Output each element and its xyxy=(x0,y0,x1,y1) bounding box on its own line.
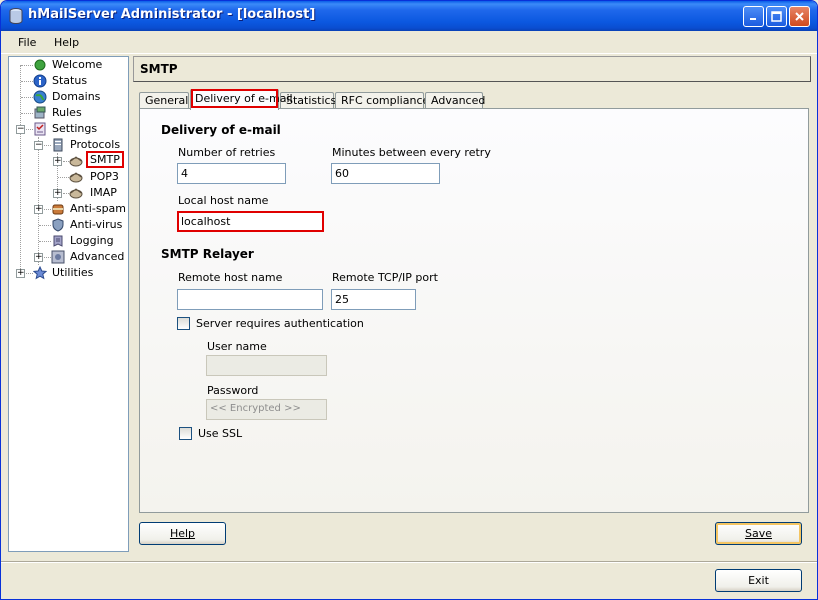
tree-item-antispam[interactable]: + Anti-spam xyxy=(9,201,128,217)
expand-toggle[interactable]: + xyxy=(16,269,25,278)
ssl-checkbox[interactable] xyxy=(179,427,192,440)
tab-delivery-label: Delivery of e-mail xyxy=(191,89,293,108)
logging-icon xyxy=(53,235,63,247)
help-button[interactable]: Help xyxy=(139,522,226,545)
minutes-label: Minutes between every retry xyxy=(332,146,491,159)
navigation-tree[interactable]: Welcome Status Domains Rules − Settings … xyxy=(8,56,129,552)
tree-item-welcome[interactable]: Welcome xyxy=(9,57,128,73)
retries-label: Number of retries xyxy=(178,146,276,159)
advanced-icon xyxy=(51,250,65,264)
tree-item-pop3[interactable]: POP3 xyxy=(9,169,128,185)
save-button-label: Save xyxy=(744,527,772,540)
settings-icon xyxy=(34,122,46,136)
tab-content: Delivery of e-mail Number of retries 4 M… xyxy=(139,108,809,513)
expand-toggle[interactable]: + xyxy=(53,189,62,198)
maximize-button[interactable] xyxy=(766,6,787,27)
expand-toggle[interactable]: + xyxy=(53,157,62,166)
tree-item-advanced[interactable]: + Advanced xyxy=(9,249,128,265)
server-icon xyxy=(53,138,63,152)
protocol-icon xyxy=(69,188,83,199)
ssl-label: Use SSL xyxy=(198,427,243,440)
tree-item-protocols[interactable]: − Protocols xyxy=(9,137,128,153)
minimize-icon xyxy=(750,18,756,20)
tab-delivery[interactable]: Delivery of e-mail xyxy=(190,89,293,110)
antivirus-icon xyxy=(52,218,64,232)
exit-button-label: Exit xyxy=(748,574,769,587)
protocol-icon xyxy=(69,172,83,183)
auth-checkbox[interactable] xyxy=(177,317,190,330)
info-icon xyxy=(33,74,47,88)
exit-button[interactable]: Exit xyxy=(715,569,802,592)
globe-green-icon xyxy=(34,59,46,71)
close-icon xyxy=(795,12,804,21)
tree-item-status[interactable]: Status xyxy=(9,73,128,89)
minimize-button[interactable] xyxy=(743,6,764,27)
port-label: Remote TCP/IP port xyxy=(332,271,438,284)
window-title: hMailServer Administrator - [localhost] xyxy=(28,7,316,22)
tree-connector xyxy=(26,273,33,274)
tree-item-domains[interactable]: Domains xyxy=(9,89,128,105)
tree-item-antivirus[interactable]: Anti-virus xyxy=(9,217,128,233)
auth-label: Server requires authentication xyxy=(196,317,364,330)
help-button-label: Help xyxy=(169,527,196,540)
protocol-icon xyxy=(69,156,83,167)
maximize-icon xyxy=(771,11,782,22)
tree-connector xyxy=(44,257,51,258)
expand-toggle[interactable]: + xyxy=(34,253,43,262)
minutes-input[interactable]: 60 xyxy=(331,163,440,184)
section-relayer-title: SMTP Relayer xyxy=(161,247,254,261)
bottom-divider-highlight xyxy=(1,562,817,563)
username-input[interactable] xyxy=(206,355,327,376)
tree-item-rules[interactable]: Rules xyxy=(9,105,128,121)
remote-host-input[interactable] xyxy=(177,289,323,310)
collapse-toggle[interactable]: − xyxy=(16,125,25,134)
remote-host-label: Remote host name xyxy=(178,271,283,284)
tree-item-logging[interactable]: Logging xyxy=(9,233,128,249)
menu-bar: File Help xyxy=(1,32,817,54)
tree-connector xyxy=(39,225,51,226)
main-window: hMailServer Administrator - [localhost] … xyxy=(0,0,818,600)
menu-file[interactable]: File xyxy=(18,36,36,49)
username-label: User name xyxy=(207,340,267,353)
tree-connector xyxy=(58,177,69,178)
tree-connector xyxy=(26,129,33,130)
menu-help[interactable]: Help xyxy=(54,36,79,49)
title-bar[interactable]: hMailServer Administrator - [localhost] xyxy=(1,1,817,31)
localhost-label: Local host name xyxy=(178,194,269,207)
tree-item-smtp-label: SMTP xyxy=(86,151,124,168)
tree-connector xyxy=(21,81,33,82)
localhost-input[interactable]: localhost xyxy=(177,211,324,232)
section-delivery-title: Delivery of e-mail xyxy=(161,123,281,137)
page-header: SMTP xyxy=(133,56,811,82)
tree-connector xyxy=(21,65,33,66)
page-title: SMTP xyxy=(140,62,178,76)
password-input[interactable]: << Encrypted >> xyxy=(206,399,327,420)
antispam-icon xyxy=(52,204,64,215)
save-button[interactable]: Save xyxy=(715,522,802,545)
star-icon xyxy=(33,266,47,280)
tree-connector xyxy=(39,241,51,242)
tree-connector xyxy=(44,209,51,210)
tree-item-imap[interactable]: + IMAP xyxy=(9,185,128,201)
collapse-toggle[interactable]: − xyxy=(34,141,43,150)
globe-icon xyxy=(33,90,47,104)
rules-icon xyxy=(34,106,46,119)
database-icon xyxy=(9,8,23,24)
close-window-button[interactable] xyxy=(789,6,810,27)
tree-connector xyxy=(21,113,33,114)
tree-connector xyxy=(44,145,51,146)
tree-item-settings[interactable]: − Settings xyxy=(9,121,128,137)
tree-connector xyxy=(21,97,33,98)
password-label: Password xyxy=(207,384,259,397)
tree-item-smtp[interactable]: + SMTP xyxy=(9,151,128,169)
expand-toggle[interactable]: + xyxy=(34,205,43,214)
retries-input[interactable]: 4 xyxy=(177,163,286,184)
port-input[interactable]: 25 xyxy=(331,289,416,310)
tree-item-utilities[interactable]: + Utilities xyxy=(9,265,128,281)
